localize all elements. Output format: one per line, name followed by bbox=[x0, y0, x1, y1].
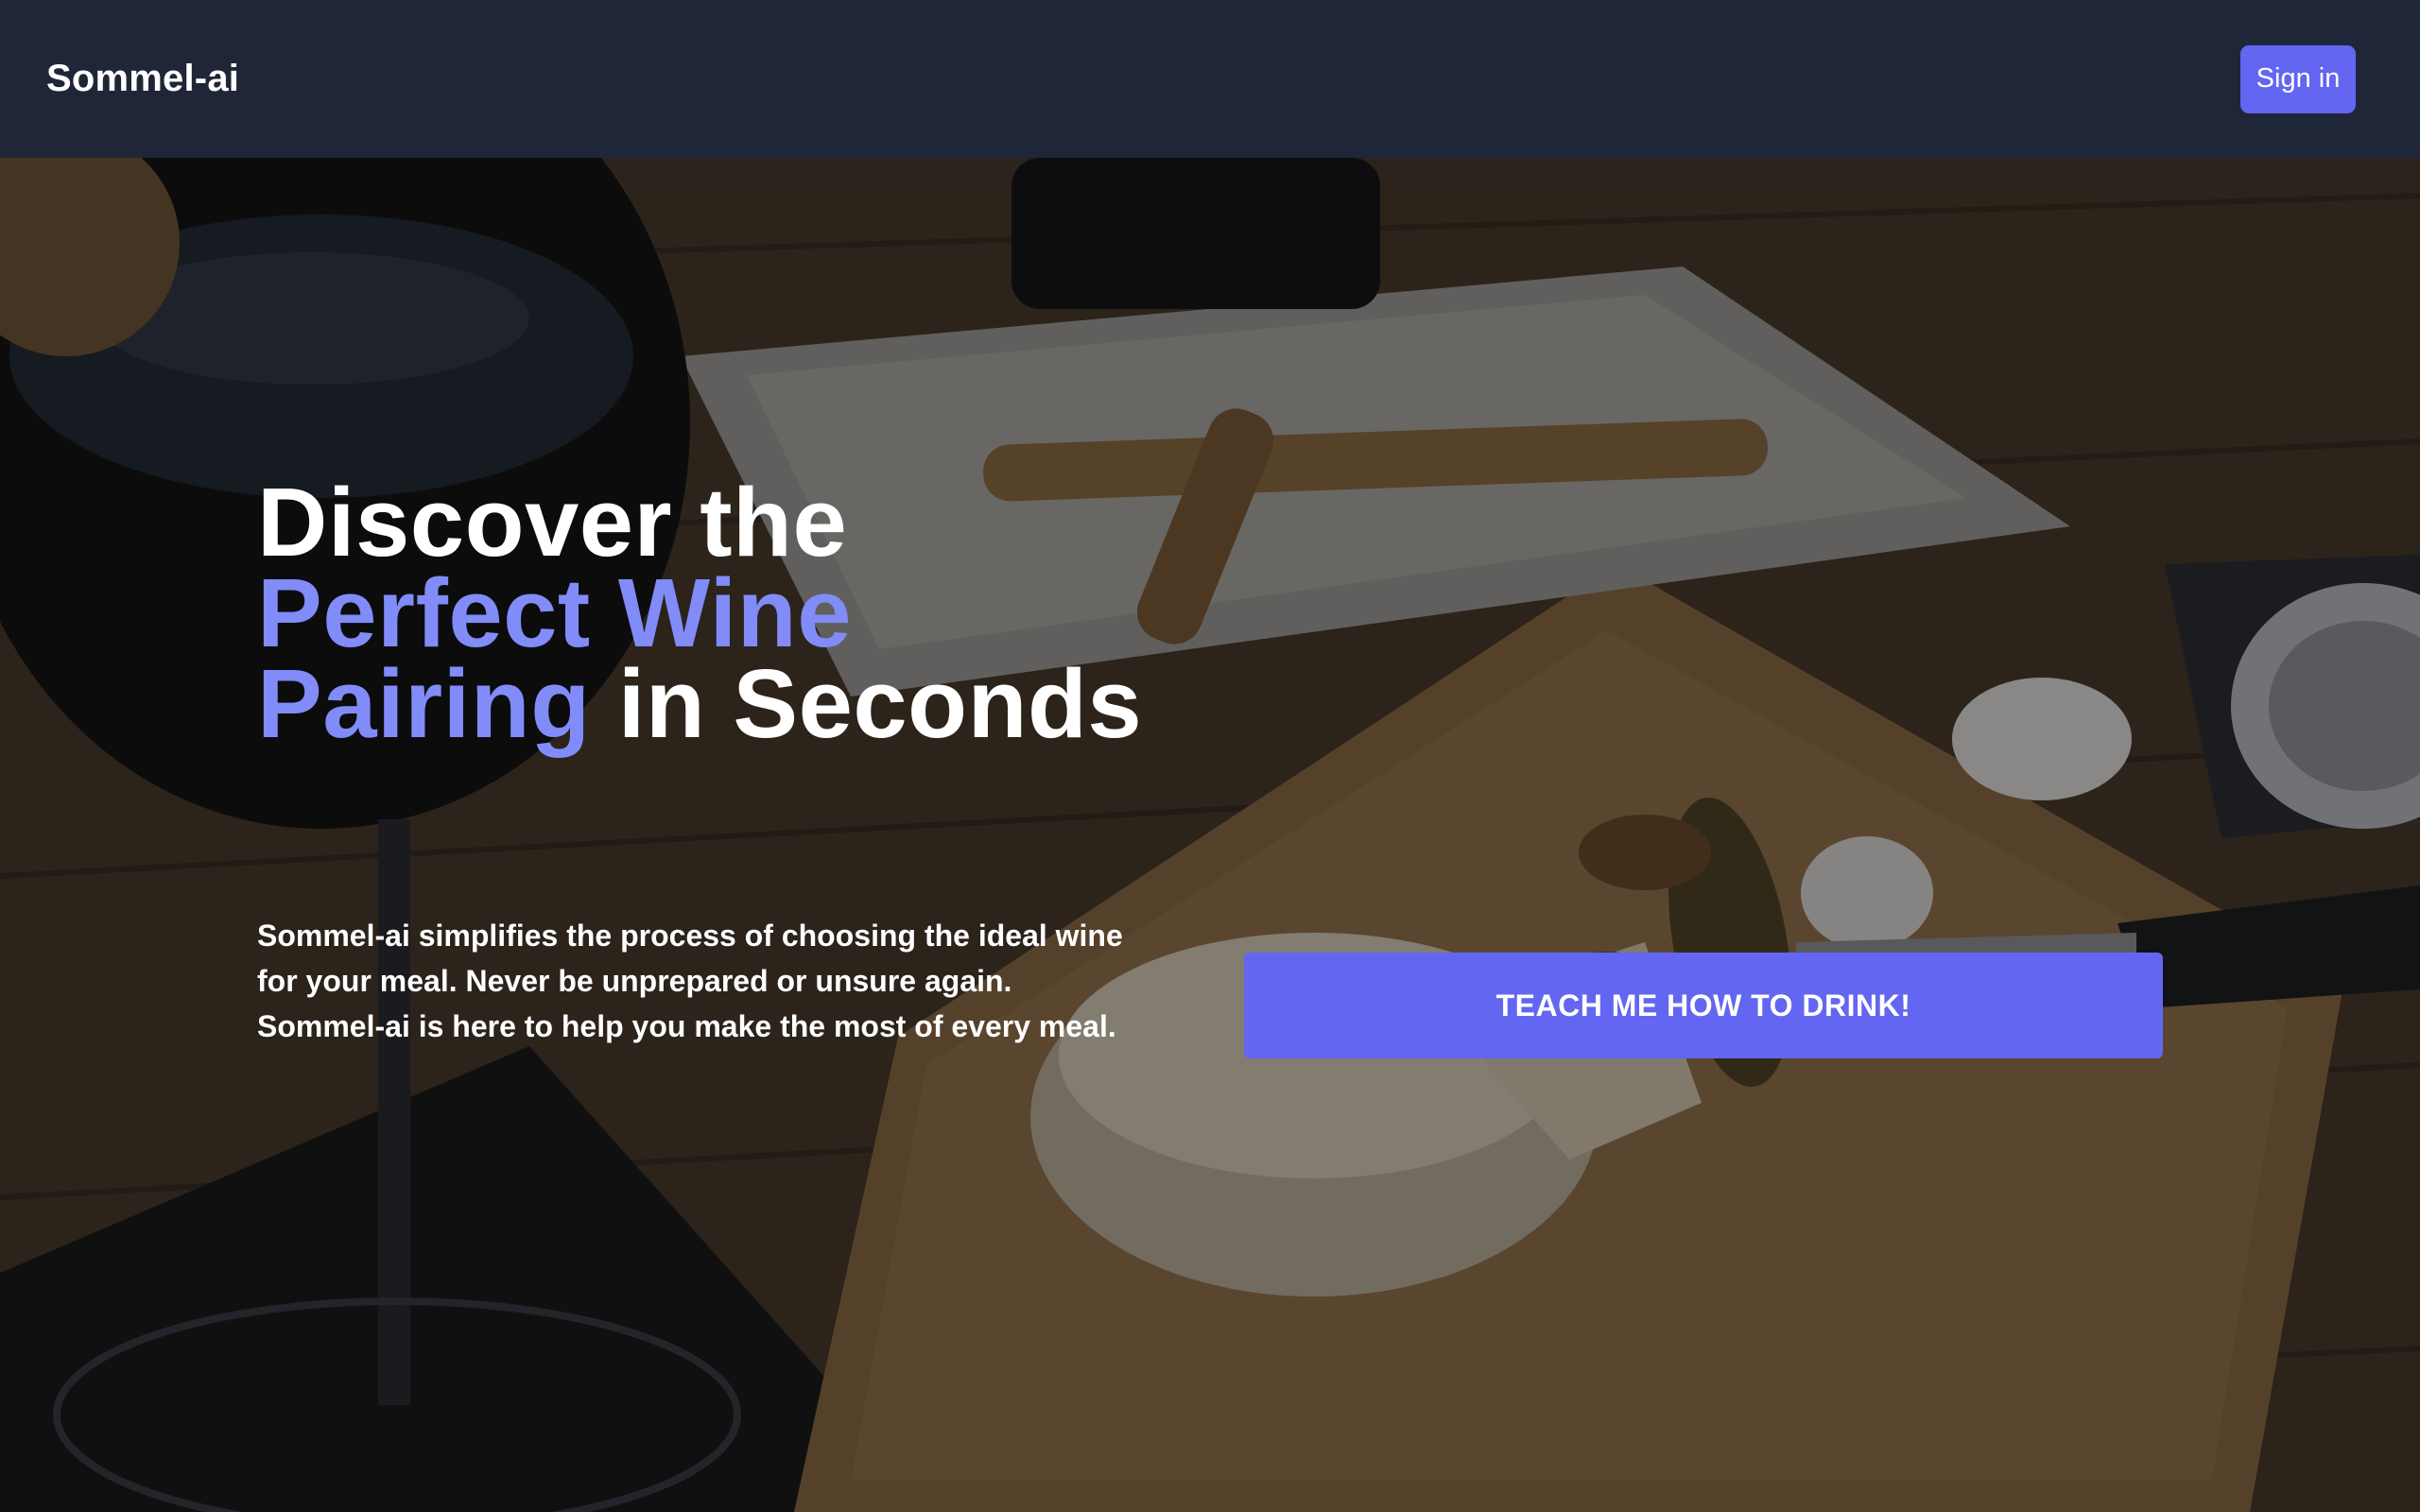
hero-dark-overlay bbox=[0, 158, 2420, 1512]
top-navigation-bar: Sommel-ai Sign in bbox=[0, 0, 2420, 158]
hero-headline: Discover the Perfect Wine Pairing in Sec… bbox=[257, 473, 1202, 752]
headline-line-3-rest: in Seconds bbox=[590, 649, 1143, 758]
hero-section: Discover the Perfect Wine Pairing in Sec… bbox=[0, 158, 2420, 1512]
hero-description: Sommel-ai simplifies the process of choo… bbox=[257, 919, 1123, 1043]
teach-me-cta-button[interactable]: TEACH ME HOW TO DRINK! bbox=[1244, 953, 2163, 1058]
sign-in-button[interactable]: Sign in bbox=[2240, 44, 2356, 113]
headline-line-3-accent: Pairing bbox=[257, 649, 591, 758]
brand-logo[interactable]: Sommel-ai bbox=[46, 58, 239, 100]
